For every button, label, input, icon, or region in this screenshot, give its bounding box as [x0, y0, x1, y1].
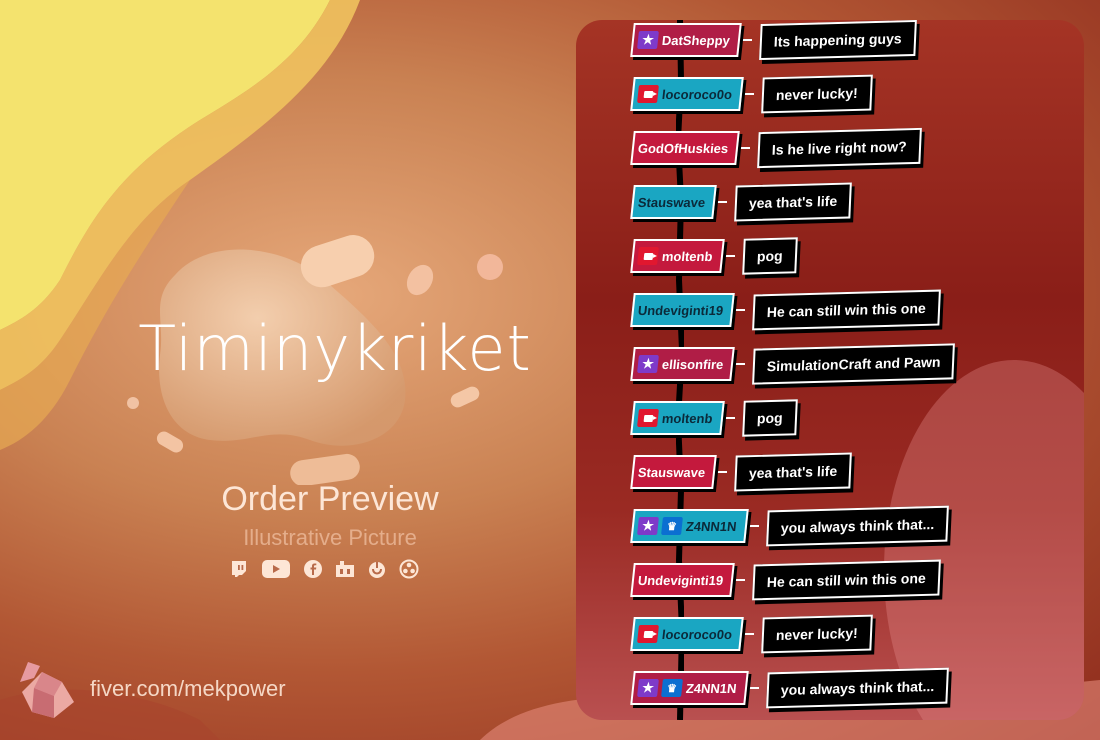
chat-message-bubble: never lucky!	[761, 74, 873, 114]
bubble-connector	[740, 147, 751, 149]
brand-title: Timinykriket	[138, 312, 532, 385]
chat-username: moltenb	[661, 248, 714, 264]
chat-username: locoroco0o	[661, 86, 733, 102]
streamlabs-icon[interactable]	[366, 558, 388, 580]
star-icon: ★	[637, 517, 659, 535]
facebook-icon[interactable]	[302, 558, 324, 580]
chat-username: ellisonfire	[661, 356, 725, 372]
username-badge: ★ ellisonfire	[630, 347, 736, 381]
chat-username: moltenb	[661, 410, 714, 426]
bubble-connector	[744, 633, 755, 635]
username-badge: moltenb	[630, 239, 725, 273]
username-badge: ★ ♛ Z4NN1N	[630, 671, 749, 705]
chat-message: Undeviginti19 He can still win this one	[630, 559, 941, 601]
username-badge: locoroco0o	[630, 77, 744, 111]
chat-message: Stauswave yea that's life	[630, 182, 853, 222]
star-icon: ★	[637, 31, 659, 49]
chat-message-bubble: yea that's life	[734, 452, 853, 492]
bubble-connector	[748, 525, 759, 527]
chat-message: ★ ♛ Z4NN1N you always think that...	[630, 505, 949, 547]
chat-username: Stauswave	[637, 194, 706, 210]
youtube-icon[interactable]	[260, 558, 292, 580]
fiverr-link[interactable]: fiver.com/mekpower	[90, 676, 286, 702]
username-badge: ★ DatSheppy	[630, 23, 742, 57]
chat-username: GodOfHuskies	[637, 140, 730, 156]
chat-username: locoroco0o	[661, 626, 733, 642]
chat-message-bubble: yea that's life	[734, 182, 853, 222]
bubble-connector	[735, 363, 746, 365]
username-badge: ★ ♛ Z4NN1N	[630, 509, 749, 543]
camera-icon	[637, 85, 659, 103]
username-badge: Stauswave	[630, 185, 717, 219]
chat-message-bubble: never lucky!	[761, 614, 873, 654]
chat-message: moltenb pog	[630, 237, 798, 275]
chat-message: ★ ♛ Z4NN1N you always think that...	[630, 667, 949, 709]
camera-icon	[637, 409, 659, 427]
username-badge: moltenb	[630, 401, 725, 435]
chat-message-bubble: SimulationCraft and Pawn	[752, 343, 956, 385]
chat-message: GodOfHuskies Is he live right now?	[630, 127, 922, 169]
chat-message-bubble: you always think that...	[765, 667, 949, 709]
social-icons	[228, 558, 420, 580]
bubble-connector	[735, 309, 746, 311]
chat-message-bubble: Its happening guys	[759, 20, 917, 61]
camera-icon	[637, 247, 659, 265]
chat-username: Undeviginti19	[637, 572, 725, 588]
mek-logo	[14, 652, 86, 729]
chat-message-bubble: pog	[741, 399, 798, 437]
chat-message: Undeviginti19 He can still win this one	[630, 289, 941, 331]
username-badge: locoroco0o	[630, 617, 744, 651]
bubble-connector	[717, 471, 728, 473]
username-badge: Undeviginti19	[630, 563, 736, 597]
chat-username: Stauswave	[637, 464, 706, 480]
crown-icon: ♛	[661, 679, 683, 697]
chat-username: Undeviginti19	[637, 302, 725, 318]
chat-message-bubble: you always think that...	[765, 505, 949, 547]
username-badge: Undeviginti19	[630, 293, 736, 327]
order-preview-title: Order Preview	[221, 480, 439, 518]
bubble-connector	[717, 201, 728, 203]
bubble-connector	[741, 39, 752, 41]
chat-message-bubble: He can still win this one	[752, 559, 941, 601]
bubble-connector	[748, 687, 759, 689]
star-icon: ★	[637, 679, 659, 697]
chat-message: locoroco0o never lucky!	[630, 614, 873, 654]
bubble-connector	[735, 579, 746, 581]
chat-message: locoroco0o never lucky!	[630, 74, 873, 114]
chat-message-bubble: Is he live right now?	[757, 127, 922, 169]
camera-icon	[637, 625, 659, 643]
chat-username: Z4NN1N	[685, 680, 738, 696]
chat-message: Stauswave yea that's life	[630, 452, 853, 492]
chat-message-bubble: He can still win this one	[752, 289, 941, 331]
obs-icon[interactable]	[398, 558, 420, 580]
bubble-connector	[724, 255, 735, 257]
username-badge: Stauswave	[630, 455, 717, 489]
bubble-connector	[724, 417, 735, 419]
chat-username: DatSheppy	[661, 32, 731, 48]
chat-message-bubble: pog	[741, 237, 798, 275]
chat-message: ★ DatSheppy Its happening guys	[630, 20, 917, 61]
trovo-icon[interactable]	[334, 558, 356, 580]
bubble-connector	[744, 93, 755, 95]
chat-overlay-panel: ★ DatSheppy Its happening guys locoroco0o ne…	[576, 20, 1084, 720]
chat-message: moltenb pog	[630, 399, 798, 437]
username-badge: GodOfHuskies	[630, 131, 741, 165]
chat-username: Z4NN1N	[685, 518, 738, 534]
star-icon: ★	[637, 355, 659, 373]
chat-message: ★ ellisonfire SimulationCraft and Pawn	[630, 343, 956, 385]
twitch-icon[interactable]	[228, 558, 250, 580]
illustrative-picture-label: Illustrative Picture	[243, 525, 417, 550]
crown-icon: ♛	[661, 517, 683, 535]
